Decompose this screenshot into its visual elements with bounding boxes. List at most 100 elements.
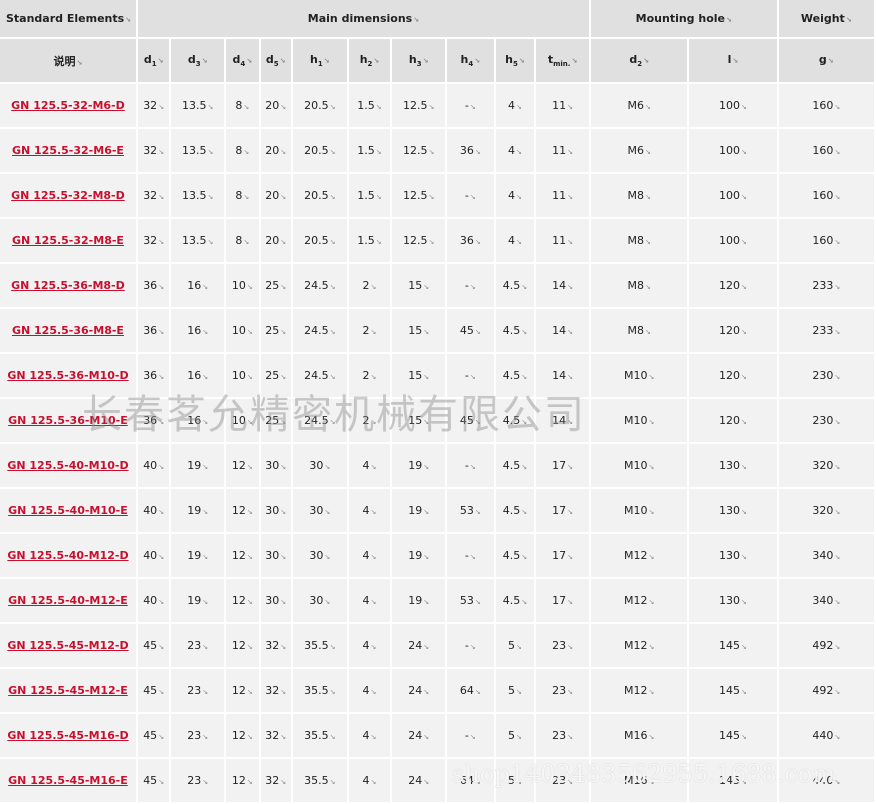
value-cell: 10↘: [226, 309, 259, 352]
value-cell: 145↘: [689, 624, 777, 667]
value-cell: 4↘: [495, 174, 535, 217]
value-cell: 4↘: [348, 444, 391, 487]
value-cell: 36↘: [447, 219, 494, 262]
value-cell: 12↘: [226, 579, 259, 622]
value-cell: 11↘: [536, 174, 589, 217]
header-row-columns: 说明↘ d1↘ d3↘ d4↘ d5↘ h1↘ h2↘ h3↘ h4↘ h5↘ tmin.↘ d2↘…: [0, 39, 874, 82]
product-link[interactable]: GN 125.5-36-M10-D: [7, 369, 128, 382]
column-header-6: h3↘: [392, 39, 446, 82]
value-cell: -↘: [447, 714, 494, 757]
value-cell: -↘: [447, 444, 494, 487]
value-cell: M12↘: [590, 669, 688, 712]
product-link[interactable]: GN 125.5-36-M8-D: [11, 279, 125, 292]
value-cell: 100↘: [689, 84, 777, 127]
value-cell: 4↘: [348, 714, 391, 757]
value-cell: M16↘: [590, 714, 688, 757]
table-row: GN 125.5-32-M8-E 32↘ 13.5↘ 8↘ 20↘ 20.5↘ 1.5↘ 12…: [0, 219, 874, 262]
value-cell: 10↘: [226, 354, 259, 397]
product-link[interactable]: GN 125.5-32-M6-D: [11, 99, 125, 112]
value-cell: 19↘: [171, 579, 225, 622]
product-name-cell: GN 125.5-36-M10-E: [0, 399, 136, 442]
product-link[interactable]: GN 125.5-32-M8-E: [12, 234, 124, 247]
product-link[interactable]: GN 125.5-32-M8-D: [11, 189, 125, 202]
value-cell: 30↘: [260, 444, 291, 487]
value-cell: 2↘: [348, 309, 391, 352]
value-cell: 8↘: [226, 174, 259, 217]
column-header-7: h4↘: [447, 39, 494, 82]
product-link[interactable]: GN 125.5-45-M12-E: [8, 684, 128, 697]
value-cell: 14↘: [536, 354, 589, 397]
value-cell: 13.5↘: [171, 84, 225, 127]
value-cell: 12.5↘: [392, 84, 446, 127]
table-row: GN 125.5-32-M8-D 32↘ 13.5↘ 8↘ 20↘ 20.5↘ 1.5↘ 12…: [0, 174, 874, 217]
product-link[interactable]: GN 125.5-40-M10-E: [8, 504, 128, 517]
value-cell: 20↘: [260, 174, 291, 217]
product-name-cell: GN 125.5-45-M12-D: [0, 624, 136, 667]
product-link[interactable]: GN 125.5-36-M8-E: [12, 324, 124, 337]
value-cell: 12↘: [226, 534, 259, 577]
value-cell: 4↘: [495, 84, 535, 127]
value-cell: 19↘: [392, 579, 446, 622]
value-cell: 5↘: [495, 714, 535, 757]
product-name-cell: GN 125.5-45-M16-D: [0, 714, 136, 757]
value-cell: 15↘: [392, 399, 446, 442]
value-cell: 64↘: [447, 759, 494, 802]
value-cell: 5↘: [495, 624, 535, 667]
product-link[interactable]: GN 125.5-36-M10-E: [8, 414, 128, 427]
product-link[interactable]: GN 125.5-45-M16-E: [8, 774, 128, 787]
value-cell: 23↘: [171, 669, 225, 712]
value-cell: 20↘: [260, 219, 291, 262]
value-cell: 1.5↘: [348, 174, 391, 217]
value-cell: 12↘: [226, 759, 259, 802]
value-cell: 17↘: [536, 444, 589, 487]
product-link[interactable]: GN 125.5-40-M10-D: [7, 459, 128, 472]
product-link[interactable]: GN 125.5-40-M12-E: [8, 594, 128, 607]
value-cell: 5↘: [495, 759, 535, 802]
table-row: GN 125.5-45-M12-E 45↘ 23↘ 12↘ 32↘ 35.5↘ 4↘ 24↘ 6…: [0, 669, 874, 712]
value-cell: 4.5↘: [495, 534, 535, 577]
value-cell: 4.5↘: [495, 264, 535, 307]
value-cell: -↘: [447, 174, 494, 217]
product-link[interactable]: GN 125.5-45-M16-D: [7, 729, 128, 742]
value-cell: 11↘: [536, 129, 589, 172]
product-link[interactable]: GN 125.5-32-M6-E: [12, 144, 124, 157]
value-cell: 12.5↘: [392, 219, 446, 262]
value-cell: 492↘: [778, 624, 874, 667]
value-cell: 4.5↘: [495, 309, 535, 352]
column-header-10: d2↘: [590, 39, 688, 82]
value-cell: 40↘: [137, 579, 170, 622]
value-cell: 13.5↘: [171, 129, 225, 172]
product-name-cell: GN 125.5-32-M6-D: [0, 84, 136, 127]
product-link[interactable]: GN 125.5-45-M12-D: [7, 639, 128, 652]
value-cell: 45↘: [447, 399, 494, 442]
column-header-9: tmin.↘: [536, 39, 589, 82]
value-cell: 19↘: [171, 534, 225, 577]
value-cell: 160↘: [778, 84, 874, 127]
value-cell: 45↘: [137, 624, 170, 667]
value-cell: 17↘: [536, 489, 589, 532]
column-header-4: h1↘: [292, 39, 347, 82]
value-cell: 1.5↘: [348, 84, 391, 127]
value-cell: 32↘: [137, 174, 170, 217]
value-cell: M8↘: [590, 174, 688, 217]
value-cell: 120↘: [689, 354, 777, 397]
product-link[interactable]: GN 125.5-40-M12-D: [7, 549, 128, 562]
product-name-cell: GN 125.5-36-M8-D: [0, 264, 136, 307]
value-cell: M6↘: [590, 84, 688, 127]
table-row: GN 125.5-36-M10-E 36↘ 16↘ 10↘ 25↘ 24.5↘ 2↘ 15↘ 4…: [0, 399, 874, 442]
value-cell: 30↘: [292, 579, 347, 622]
table-row: GN 125.5-36-M8-D 36↘ 16↘ 10↘ 25↘ 24.5↘ 2↘ 15↘ -↘…: [0, 264, 874, 307]
value-cell: 4↘: [348, 489, 391, 532]
value-cell: 492↘: [778, 669, 874, 712]
value-cell: 35.5↘: [292, 669, 347, 712]
value-cell: 100↘: [689, 174, 777, 217]
value-cell: 36↘: [137, 264, 170, 307]
value-cell: 40↘: [137, 534, 170, 577]
product-name-cell: GN 125.5-36-M10-D: [0, 354, 136, 397]
value-cell: 12↘: [226, 624, 259, 667]
value-cell: 45↘: [137, 714, 170, 757]
value-cell: 160↘: [778, 174, 874, 217]
value-cell: 20.5↘: [292, 129, 347, 172]
value-cell: M12↘: [590, 534, 688, 577]
column-header-8: h5↘: [495, 39, 535, 82]
